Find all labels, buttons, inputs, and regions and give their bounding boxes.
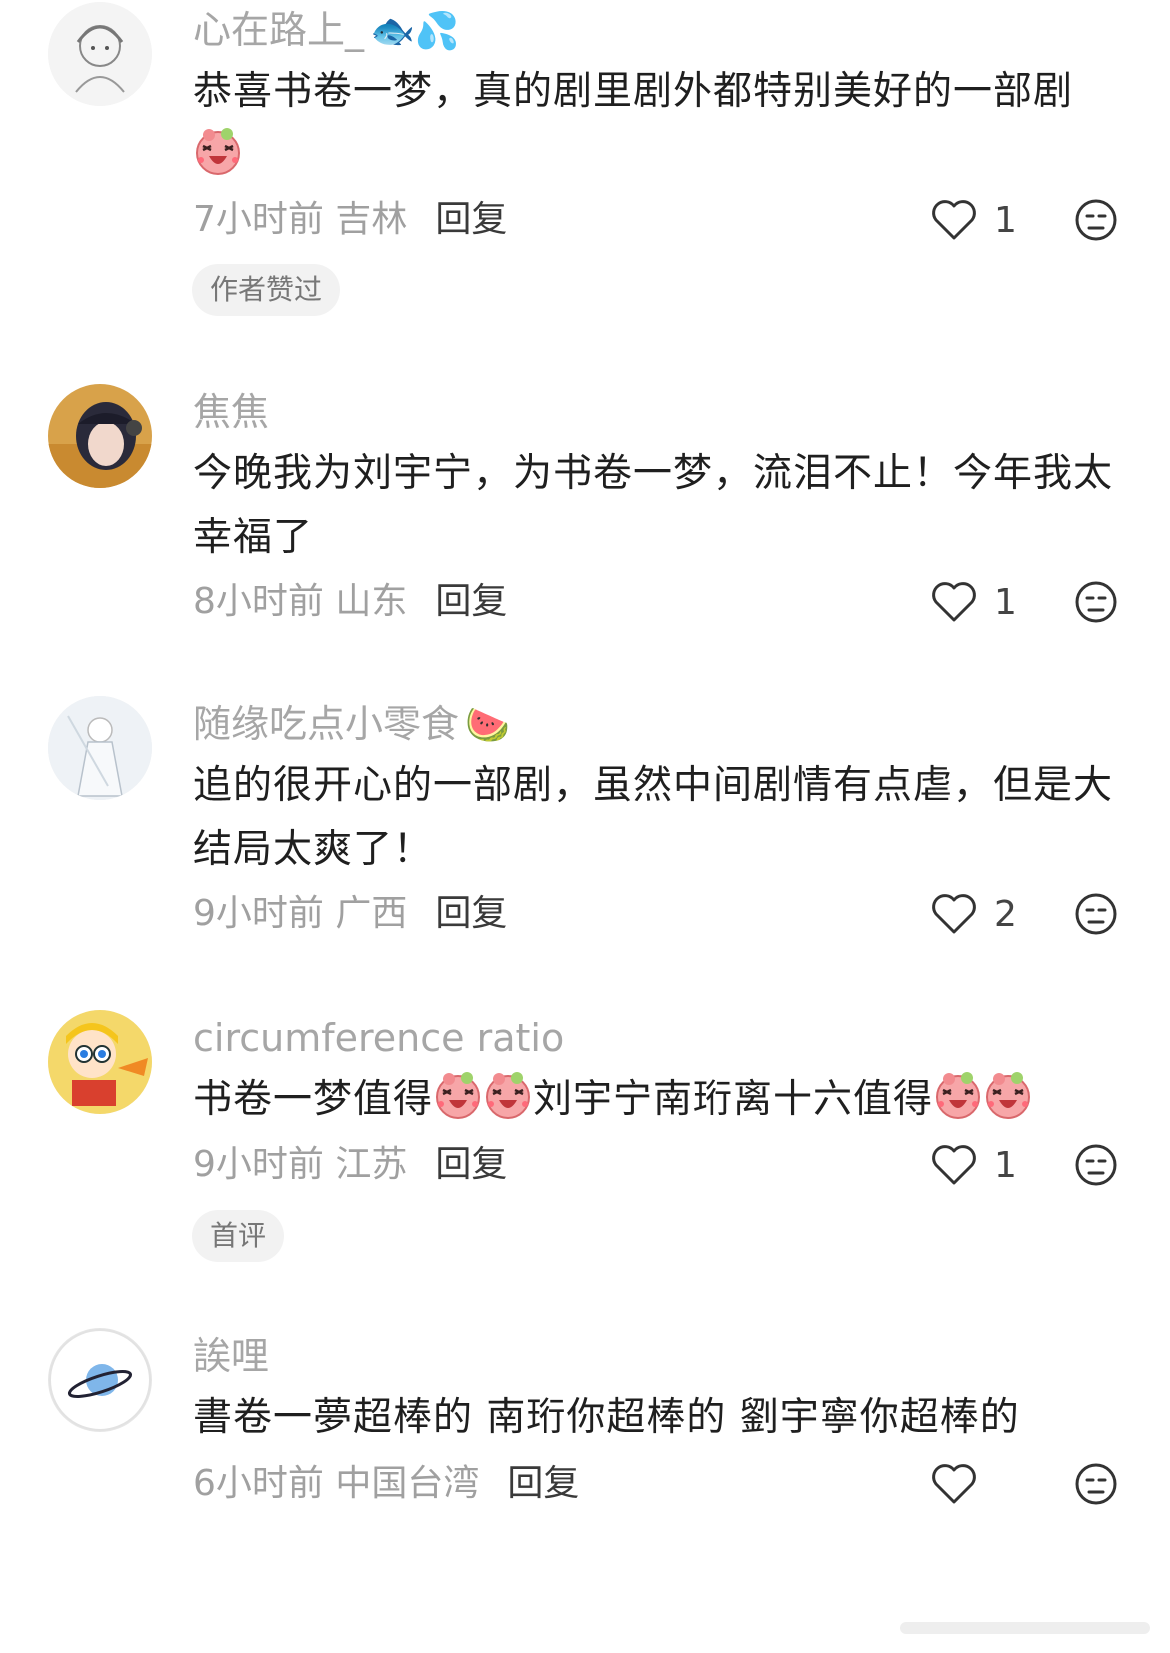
avatar[interactable] <box>48 2 152 106</box>
avatar[interactable] <box>48 696 152 800</box>
laughing-pig-sticker <box>195 126 241 176</box>
comment-meta: 9小时前 江苏 回复 <box>193 1143 507 1187</box>
reply-button[interactable]: 回复 <box>435 581 507 622</box>
username[interactable]: circumference ratio <box>193 1016 564 1060</box>
avatar[interactable] <box>48 384 152 488</box>
like-button[interactable]: 1 <box>930 198 1017 242</box>
username[interactable]: 誒哩 <box>193 1334 269 1378</box>
comment-meta: 6小时前 中国台湾 回复 <box>193 1462 579 1506</box>
author-liked-badge: 作者赞过 <box>192 264 341 316</box>
time-location: 6小时前 中国台湾 <box>193 1463 480 1504</box>
comment-text: 恭喜书卷一梦，真的剧里剧外都特别美好的一部剧 <box>193 60 1113 188</box>
comment-text: 今晚我为刘宇宁，为书卷一梦，流泪不止！今年我太幸福了 <box>193 451 1114 560</box>
like-button[interactable]: 1 <box>930 1143 1017 1187</box>
watermelon-emoji: 🍉 <box>465 705 510 746</box>
time-location: 9小时前 江苏 <box>193 1144 408 1185</box>
like-count: 1 <box>994 199 1017 241</box>
avatar[interactable] <box>48 1328 152 1432</box>
username[interactable]: 心在路上_ 🐟💦 <box>193 8 460 54</box>
neutral-face-icon[interactable] <box>1074 1462 1118 1506</box>
reply-button[interactable]: 回复 <box>507 1463 579 1504</box>
reply-button[interactable]: 回复 <box>435 893 507 934</box>
comment-meta: 7小时前 吉林 回复 <box>193 198 507 242</box>
comment-text: 追的很开心的一部剧，虽然中间剧情有点虐，但是大结局太爽了！ <box>193 763 1114 872</box>
laughing-pig-sticker <box>485 1070 531 1120</box>
time-location: 9小时前 广西 <box>193 893 408 934</box>
avatar[interactable] <box>48 1010 152 1114</box>
neutral-face-icon[interactable] <box>1074 1143 1118 1187</box>
heart-outline-icon <box>932 1464 976 1504</box>
like-button[interactable]: 2 <box>930 892 1017 936</box>
heart-outline-icon <box>932 582 976 622</box>
watermark <box>900 1622 1150 1634</box>
heart-outline-icon <box>932 200 976 240</box>
time-location: 7小时前 吉林 <box>193 199 408 240</box>
like-button[interactable]: 1 <box>930 580 1017 624</box>
first-comment-badge: 首评 <box>192 1210 285 1262</box>
like-count: 1 <box>994 581 1017 623</box>
like-count: 2 <box>994 893 1017 935</box>
heart-outline-icon <box>932 894 976 934</box>
laughing-pig-sticker <box>935 1070 981 1120</box>
laughing-pig-sticker <box>985 1070 1031 1120</box>
username[interactable]: 焦焦 <box>193 390 269 434</box>
fish-droplets-emoji: 🐟💦 <box>370 11 460 52</box>
neutral-face-icon[interactable] <box>1074 198 1118 242</box>
neutral-face-icon[interactable] <box>1074 580 1118 624</box>
like-count: 1 <box>994 1144 1017 1186</box>
comment-text: 书卷一梦值得 刘宇宁南珩离十六值得 <box>193 1068 1113 1132</box>
heart-outline-icon <box>932 1145 976 1185</box>
neutral-face-icon[interactable] <box>1074 892 1118 936</box>
laughing-pig-sticker <box>435 1070 481 1120</box>
time-location: 8小时前 山东 <box>193 581 408 622</box>
comment-text: 書卷一夢超棒的 南珩你超棒的 劉宇寧你超棒的 <box>193 1395 1020 1440</box>
like-button[interactable] <box>930 1462 994 1506</box>
comment-meta: 9小时前 广西 回复 <box>193 892 507 936</box>
reply-button[interactable]: 回复 <box>435 199 507 240</box>
comment-meta: 8小时前 山东 回复 <box>193 580 507 624</box>
username[interactable]: 随缘吃点小零食 🍉 <box>193 702 510 748</box>
reply-button[interactable]: 回复 <box>435 1144 507 1185</box>
